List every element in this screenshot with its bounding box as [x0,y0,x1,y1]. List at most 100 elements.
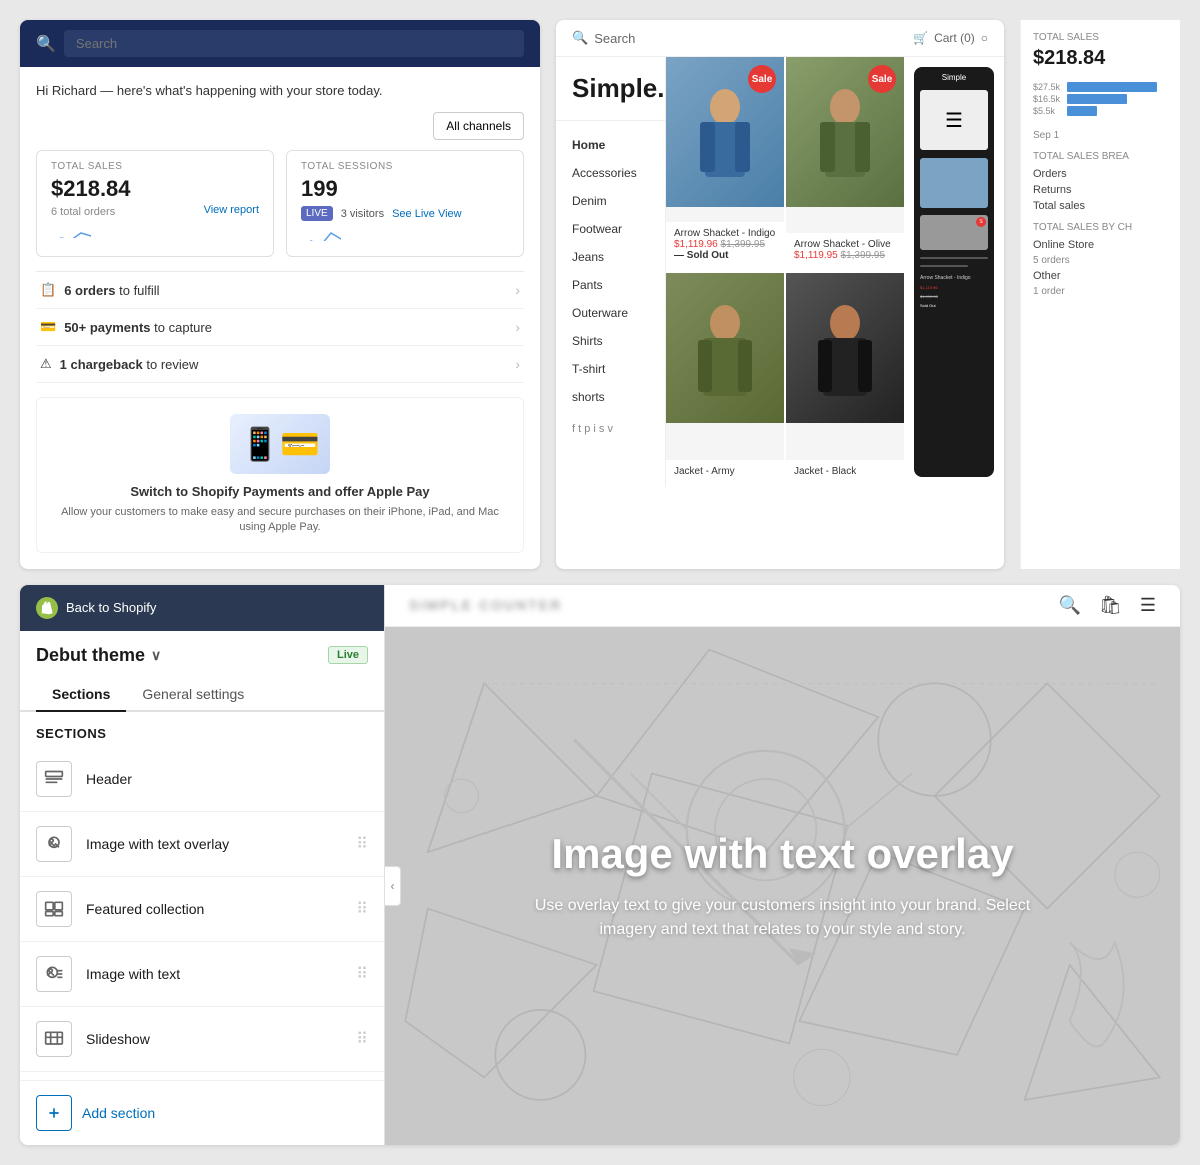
chevron-right-icon3: › [515,356,520,372]
dashboard-panel: 🔍 Hi Richard — here's what's happening w… [20,20,540,569]
theme-editor: Back to Shopify Debut theme ∨ Live Secti… [20,585,1180,1145]
tab-sections[interactable]: Sections [36,678,126,712]
see-live-link[interactable]: See Live View [392,208,462,220]
nav-jeans[interactable]: Jeans [556,243,665,271]
product-image-1 [695,82,755,182]
sale-badge-1: Sale [748,65,776,93]
payments-icon: 💳 [40,319,56,335]
drag-handle-collection[interactable]: ⠿ [356,899,368,919]
tab-general-settings[interactable]: General settings [126,678,260,712]
all-channels-button[interactable]: All channels [433,112,524,140]
search-input[interactable] [64,30,524,57]
product-info-4: Jacket - Black [786,460,904,483]
mobile-preview: Simple ☰ S Arrow Shacket - Indigo $1,119… [914,67,994,477]
editor-preview: SIMPLE COUNTER 🔍 🛍 ☰ [385,585,1180,1145]
chargeback-icon: ⚠ [40,356,52,372]
theme-name: Debut theme ∨ [36,645,161,666]
store-search-area: 🔍 Search [572,30,635,46]
live-badge: LIVE [301,206,333,221]
nav-denim[interactable]: Denim [556,187,665,215]
view-report-link[interactable]: View report [204,204,259,216]
image-text-icon [36,956,72,992]
sale-badge-2: Sale [868,65,896,93]
store-search-icon: 🔍 [572,30,588,46]
action-orders[interactable]: 📋 6 orders to fulfill › [36,272,524,309]
action-list: 📋 6 orders to fulfill › 💳 50+ payments t… [36,271,524,383]
nav-accessories[interactable]: Accessories [556,159,665,187]
preview-store-name: SIMPLE COUNTER [409,597,562,613]
product-image-2 [815,82,875,182]
add-section-button[interactable]: Add section [20,1080,384,1145]
section-slideshow[interactable]: Slideshow ⠿ [20,1007,384,1072]
hero-subtitle: Use overlay text to give your customers … [533,894,1033,942]
product-card-4[interactable]: Jacket - Black [786,273,904,483]
hero-title: Image with text overlay [533,830,1033,878]
hero-text: Image with text overlay Use overlay text… [493,830,1073,942]
store-nav: Simple. Home Accessories Denim Footwear … [556,57,666,487]
nav-outerware[interactable]: Outerware [556,299,665,327]
store-cart: 🛒 Cart (0) ○ [913,31,988,45]
nav-shirts[interactable]: Shirts [556,327,665,355]
circle-icon: ○ [981,31,988,45]
store-panel: 🔍 Search 🛒 Cart (0) ○ Simple. Home Acces… [556,20,1004,569]
collection-icon [36,891,72,927]
product-image-3 [695,298,755,398]
preview-content: Image with text overlay Use overlay text… [385,627,1180,1145]
sales-sparkline [51,218,91,238]
section-image-text-overlay[interactable]: Image with text overlay ⠿ [20,812,384,877]
product-card-3[interactable]: Jacket - Army [666,273,784,483]
search-icon: 🔍 [36,34,56,54]
slideshow-icon [36,1021,72,1057]
greeting-text: Hi Richard — here's what's happening wit… [36,83,524,98]
cart-icon: 🛒 [913,31,928,45]
action-chargeback[interactable]: ⚠ 1 chargeback to review › [36,346,524,383]
product-info-2: Arrow Shacket - Olive $1,119.95 $1,399.9… [786,233,904,267]
promo-card: 📱💳 Switch to Shopify Payments and offer … [36,397,524,553]
nav-pants[interactable]: Pants [556,271,665,299]
editor-tabs: Sections General settings [20,678,384,712]
section-list: Header Image with text overlay ⠿ [20,747,384,1080]
product-grid: Sale Arrow Shacket - Indigo $1,119.96 $1… [666,57,904,487]
product-card-1[interactable]: Sale Arrow Shacket - Indigo $1,119.96 $1… [666,57,784,267]
right-stats-panel: TOTAL SALES $218.84 $27.5k $16.5k $5.5k … [1020,20,1180,569]
nav-home[interactable]: Home [556,131,665,159]
collapse-handle[interactable]: ‹ [385,866,401,906]
product-image-4 [815,298,875,398]
bar-chart: $27.5k $16.5k $5.5k [1033,82,1168,116]
store-logo: Simple. [556,73,665,121]
menu-preview-icon[interactable]: ☰ [1140,595,1156,616]
product-info-3: Jacket - Army [666,460,784,483]
chevron-right-icon2: › [515,319,520,335]
orders-icon: 📋 [40,282,56,298]
preview-topbar: SIMPLE COUNTER 🔍 🛍 ☰ [385,585,1180,627]
bag-preview-icon[interactable]: 🛍 [1099,595,1122,616]
theme-dropdown-icon[interactable]: ∨ [151,647,161,664]
search-preview-icon[interactable]: 🔍 [1059,595,1081,616]
sessions-sparkline [301,221,341,241]
shopify-icon [36,597,58,619]
store-social: f t p i s v [556,411,665,447]
promo-image: 📱💳 [230,414,330,474]
sections-heading: Sections [20,712,384,747]
product-card-2[interactable]: Sale Arrow Shacket - Olive $1,119.95 $1,… [786,57,904,267]
drag-handle-image-text[interactable]: ⠿ [356,964,368,984]
product-info-1: Arrow Shacket - Indigo $1,119.96 $1,399.… [666,222,784,267]
drag-handle-slideshow[interactable]: ⠿ [356,1029,368,1049]
chevron-right-icon: › [515,282,520,298]
preview-hero: Image with text overlay Use overlay text… [385,627,1180,1145]
drag-handle-overlay[interactable]: ⠿ [356,834,368,854]
image-overlay-icon [36,826,72,862]
nav-footwear[interactable]: Footwear [556,215,665,243]
back-to-shopify-label[interactable]: Back to Shopify [66,600,156,615]
nav-shorts[interactable]: shorts [556,383,665,411]
section-image-text[interactable]: Image with text ⠿ [20,942,384,1007]
total-sales-card: TOTAL SALES $218.84 6 total orders View … [36,150,274,257]
section-header[interactable]: Header [20,747,384,812]
section-featured-collection[interactable]: Featured collection ⠿ [20,877,384,942]
nav-tshirt[interactable]: T-shirt [556,355,665,383]
header-section-icon [36,761,72,797]
editor-sidebar: Back to Shopify Debut theme ∨ Live Secti… [20,585,385,1145]
theme-name-row: Debut theme ∨ Live [20,631,384,666]
action-payments[interactable]: 💳 50+ payments to capture › [36,309,524,346]
live-tag: Live [328,646,368,664]
